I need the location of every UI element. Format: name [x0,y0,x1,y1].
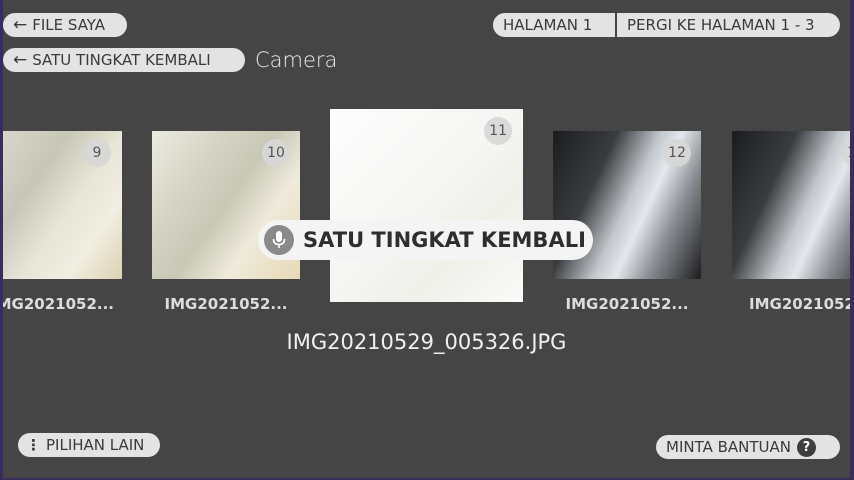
page-indicator: HALAMAN 1 [493,13,615,37]
more-vert-icon: ⋮ [26,436,41,454]
help-icon: ? [797,437,817,457]
back-arrow-icon: ← [13,49,28,70]
thumbnail-number-badge: 10 [262,139,290,167]
help-label: MINTA BANTUAN [666,438,792,456]
my-files-label: FILE SAYA [32,16,106,34]
thumbnail-number-badge: 11 [484,117,512,145]
file-browser-panel: ← FILE SAYA ← SATU TINGKAT KEMBALI Camer… [3,0,850,478]
help-button[interactable]: MINTA BANTUAN ? [656,435,840,459]
thumbnail-caption: IMG2021052 [749,295,850,313]
thumbnail-caption: IMG2021052... [3,295,114,313]
folder-title: Camera [255,48,338,72]
selected-filename: IMG20210529_005326.JPG [286,330,567,354]
more-options-button[interactable]: ⋮ PILIHAN LAIN [18,433,160,457]
goto-page-button[interactable]: PERGI KE HALAMAN 1 - 3 [617,13,840,37]
voice-command-label: SATU TINGKAT KEMBALI [303,228,586,252]
back-arrow-icon: ← [13,14,28,35]
thumbnail-9[interactable]: 9 [3,131,122,279]
thumbnail-number-badge: 12 [663,139,691,167]
thumbnail-13[interactable]: 13 [732,131,850,279]
thumbnail-number-badge: 9 [83,139,111,167]
my-files-button[interactable]: ← FILE SAYA [3,13,127,37]
back-one-level-label: SATU TINGKAT KEMBALI [32,51,211,69]
page-indicator-label: HALAMAN 1 [503,16,593,34]
microphone-icon [264,225,294,255]
thumbnail-caption: IMG2021052... [565,295,689,313]
thumbnail-caption: IMG2021052... [164,295,288,313]
back-one-level-button[interactable]: ← SATU TINGKAT KEMBALI [3,48,245,72]
more-options-label: PILIHAN LAIN [46,436,145,454]
voice-command-hint: SATU TINGKAT KEMBALI [258,220,593,260]
goto-page-label: PERGI KE HALAMAN 1 - 3 [627,16,815,34]
thumbnail-11-selected[interactable]: 11 [330,109,523,302]
thumbnail-number-badge: 13 [842,139,850,167]
